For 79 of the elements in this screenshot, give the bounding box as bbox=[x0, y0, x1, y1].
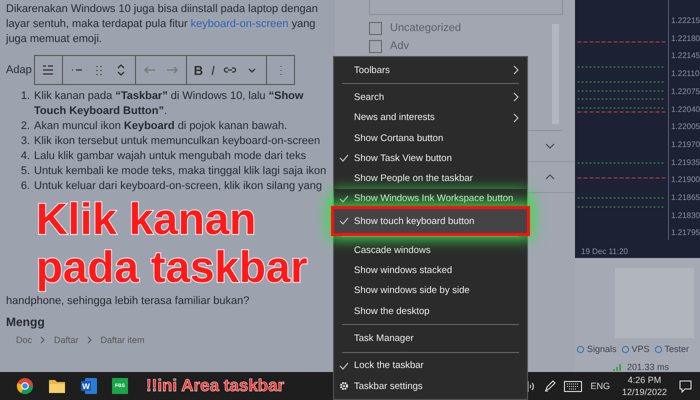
menu-item[interactable]: Lock the taskbar bbox=[334, 356, 527, 376]
chevron-right-icon bbox=[513, 92, 519, 102]
checkmark-icon bbox=[339, 217, 349, 226]
menu-item[interactable]: Show Task View button bbox=[334, 148, 527, 168]
chevron-up-icon[interactable] bbox=[545, 174, 555, 180]
paragraph-text: Adap bbox=[6, 63, 32, 78]
keyboard-icon[interactable] bbox=[564, 380, 582, 392]
checkbox[interactable] bbox=[369, 40, 382, 52]
price-label: 1.21795 bbox=[670, 227, 700, 240]
menu-item[interactable]: Task Manager bbox=[334, 328, 527, 349]
checkmark-icon bbox=[339, 194, 349, 203]
price-label: 1.22215 bbox=[670, 15, 700, 27]
search-field[interactable] bbox=[369, 0, 563, 15]
price-label: 1.21970 bbox=[670, 138, 700, 151]
annotation-text: !!ini Area taskbar bbox=[146, 376, 284, 396]
step-text: Untuk kembali ke mode teks, maka tinggal klik lagi saja ikon bbox=[34, 164, 326, 179]
step-text: Akan muncul ikon Keyboard di pojok kanan bawah. bbox=[34, 119, 288, 134]
step-number: 1. bbox=[20, 89, 30, 104]
price-label: 1.21865 bbox=[670, 192, 700, 204]
browser-icon[interactable] bbox=[16, 377, 34, 395]
pen-icon[interactable] bbox=[544, 380, 556, 392]
chevron-right-icon bbox=[513, 112, 519, 123]
chevron-right-icon bbox=[513, 65, 519, 76]
menu-item[interactable]: Show windows stacked bbox=[334, 260, 527, 281]
menu-item[interactable]: Taskbar settings bbox=[334, 376, 527, 396]
step-number: 2. bbox=[20, 119, 30, 134]
menu-item[interactable]: Toolbars bbox=[334, 60, 527, 80]
chevron-right-icon bbox=[40, 336, 46, 344]
price-label: 1.22005 bbox=[670, 121, 700, 134]
step-number: 4. bbox=[20, 149, 30, 164]
step-text: Lalu klik gambar wajah untuk mengubah mode dari teks bbox=[34, 149, 306, 164]
clock[interactable]: 4:26 PM 12/19/2022 bbox=[618, 374, 671, 398]
step-number: 6. bbox=[20, 179, 30, 194]
language-indicator[interactable]: ENG bbox=[590, 381, 610, 391]
step-text: Untuk keluar dari keyboard-on-screen, klik ikon silang yang bbox=[34, 179, 322, 194]
intro-paragraph: Dikarenakan Windows 10 juga bisa diinstall pada laptop dengan layar sentuh, maka terdapat pula fitur keyboard-on-screen yang juga memuat emoji. bbox=[6, 2, 319, 47]
settings-icon bbox=[339, 381, 349, 391]
price-label: 1.22145 bbox=[670, 50, 700, 62]
menu-item[interactable]: Show Windows Ink Workspace button bbox=[334, 188, 527, 210]
menu-item[interactable]: Show People on the taskbar bbox=[334, 168, 527, 189]
price-label: 1.21935 bbox=[670, 156, 700, 169]
step-number: 3. bbox=[20, 134, 30, 149]
price-label: 1.22180 bbox=[670, 32, 700, 45]
section-heading: Mengg bbox=[6, 315, 45, 329]
signal-bars-icon bbox=[613, 364, 621, 370]
tab[interactable]: VPS bbox=[620, 344, 651, 354]
price-label: 1.21830 bbox=[670, 210, 700, 222]
checkmark-icon bbox=[339, 362, 349, 370]
tab[interactable]: Tester bbox=[652, 344, 690, 354]
tab[interactable]: Signals bbox=[575, 344, 618, 354]
category-label: Adv bbox=[390, 40, 409, 52]
category-label: Uncategorized bbox=[390, 22, 461, 34]
annotation-caption: Klik kanan bbox=[36, 196, 256, 244]
annotation-caption: pada taskbar bbox=[36, 244, 308, 292]
price-label: 1.22040 bbox=[670, 104, 700, 116]
step-text: Klik ikon tersebut untuk memunculkan keyboard-on-screen bbox=[34, 134, 320, 149]
menu-item[interactable]: News and interests bbox=[334, 108, 527, 128]
price-label: 1.22075 bbox=[670, 86, 700, 98]
menu-item[interactable]: Show touch keyboard button bbox=[334, 209, 527, 234]
time-label: 19 Dec 11:20 bbox=[581, 247, 628, 256]
menu-item[interactable]: Show Cortana button bbox=[334, 128, 527, 148]
chevron-right-icon bbox=[86, 336, 93, 344]
price-label: 1.21900 bbox=[670, 174, 700, 186]
folder-icon[interactable] bbox=[48, 378, 66, 394]
menu-item[interactable]: Search bbox=[334, 87, 527, 108]
chevron-down-icon[interactable] bbox=[545, 143, 555, 149]
step-text: Klik kanan pada “Taskbar” di Windows 10, lalu “Show Touch Keyboard Button”. bbox=[34, 89, 304, 119]
paragraph-text: handphone, sehingga lebih terasa familiar bukan? bbox=[6, 294, 250, 309]
bold-button[interactable]: B bbox=[190, 60, 208, 80]
menu-item[interactable]: Show the desktop bbox=[334, 300, 527, 322]
italic-button[interactable]: I bbox=[207, 60, 219, 80]
menu-item[interactable]: Show windows side by side bbox=[334, 280, 527, 301]
checkbox[interactable] bbox=[369, 22, 382, 34]
step-number: 5. bbox=[20, 164, 30, 179]
checkmark-icon bbox=[339, 154, 349, 162]
ping-text: 201.33 ms bbox=[627, 362, 670, 372]
menu-item[interactable]: Cascade windows bbox=[334, 240, 527, 260]
price-label: 1.22110 bbox=[670, 68, 700, 80]
notification-icon[interactable] bbox=[679, 380, 692, 392]
